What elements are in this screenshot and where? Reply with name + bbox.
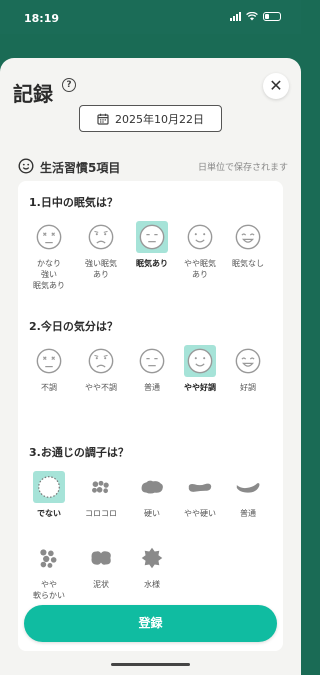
option-label: 不調	[41, 383, 57, 392]
option-label: 普通	[240, 509, 256, 518]
pellets-icon	[85, 471, 117, 503]
status-bar: 18:19	[0, 0, 301, 34]
face-sad-icon	[85, 221, 117, 253]
dotted-circle-icon	[33, 471, 65, 503]
option-face-neutral[interactable]: 普通	[132, 345, 172, 393]
option-label: やや硬い	[184, 509, 216, 518]
option-label: 眠気あり	[136, 259, 168, 268]
option-label: 好調	[240, 383, 256, 392]
face-smile-icon	[184, 221, 216, 253]
face-neutral-icon	[136, 221, 168, 253]
submit-button[interactable]: 登録	[24, 605, 277, 642]
option-face-sad[interactable]: やや不調	[81, 345, 121, 393]
option-dotted-circle[interactable]: でない	[29, 471, 69, 519]
option-face-neutral[interactable]: 眠気あり	[132, 221, 172, 269]
option-face-sad[interactable]: 強い眠気 あり	[81, 221, 121, 280]
smooth-icon	[232, 471, 264, 503]
option-label: 硬い	[144, 509, 160, 518]
option-face-grin[interactable]: 好調	[228, 345, 268, 393]
mushy-icon	[85, 542, 117, 574]
option-label: やや眠気 あり	[184, 259, 216, 279]
help-icon[interactable]: ?	[62, 78, 76, 92]
option-label: でない	[37, 509, 61, 518]
habits-card: 1.日中の眠気は？ かなり 強い 眠気あり 強い眠気 あり 眠気あり やや眠気 あり 眠気…	[18, 181, 283, 651]
home-indicator	[111, 663, 190, 666]
option-soft-blobs[interactable]: やや 軟らかい	[29, 542, 69, 601]
option-label: かなり 強い 眠気あり	[33, 259, 65, 290]
soft-blobs-icon	[33, 542, 65, 574]
option-face-smile[interactable]: やや好調	[180, 345, 220, 393]
section-header: 生活習慣5項目 日単位で保存されます	[18, 158, 288, 175]
option-label: 水様	[144, 580, 160, 589]
option-label: やや 軟らかい	[33, 580, 65, 600]
face-neutral-icon	[136, 345, 168, 377]
battery-icon	[263, 12, 281, 21]
close-button[interactable]: ✕	[263, 73, 289, 99]
option-label: やや不調	[85, 383, 117, 392]
status-time: 18:19	[24, 12, 60, 25]
option-label: 強い眠気 あり	[85, 259, 117, 279]
option-cracked[interactable]: やや硬い	[180, 471, 220, 519]
face-x-eyes-icon	[33, 221, 65, 253]
option-watery[interactable]: 水様	[132, 542, 172, 590]
wifi-icon	[246, 12, 258, 21]
calendar-icon	[97, 113, 109, 125]
face-x-eyes-icon	[33, 345, 65, 377]
face-grin-icon	[232, 345, 264, 377]
face-grin-icon	[232, 221, 264, 253]
option-label: 泥状	[93, 580, 109, 589]
section-note: 日単位で保存されます	[197, 163, 288, 173]
cracked-icon	[184, 471, 216, 503]
page-title: 記録	[13, 82, 53, 106]
signal-icon	[230, 12, 241, 21]
option-lumpy[interactable]: 硬い	[132, 471, 172, 519]
option-mushy[interactable]: 泥状	[81, 542, 121, 590]
status-icons	[230, 12, 281, 21]
option-label: 眠気なし	[232, 259, 264, 268]
face-sad-icon	[85, 345, 117, 377]
option-smooth[interactable]: 普通	[228, 471, 268, 519]
lumpy-icon	[136, 471, 168, 503]
question-title: 1.日中の眠気は？	[29, 196, 118, 209]
option-pellets[interactable]: コロコロ	[81, 471, 121, 519]
record-sheet: 記録 ? ✕ 2025年10月22日 生活習慣5項目 日単位で保存されます 1.…	[0, 58, 301, 675]
section-title: 生活習慣5項目	[40, 161, 121, 175]
option-face-smile[interactable]: やや眠気 あり	[180, 221, 220, 280]
option-face-x-eyes[interactable]: 不調	[29, 345, 69, 393]
option-label: 普通	[144, 383, 160, 392]
date-value: 2025年10月22日	[115, 112, 204, 126]
option-label: コロコロ	[85, 509, 117, 518]
question-title: 2.今日の気分は？	[29, 320, 118, 333]
watery-icon	[136, 542, 168, 574]
face-smile-icon	[184, 345, 216, 377]
option-label: やや好調	[184, 383, 216, 392]
option-face-x-eyes[interactable]: かなり 強い 眠気あり	[29, 221, 69, 291]
date-picker[interactable]: 2025年10月22日	[79, 105, 222, 132]
question-title: 3.お通じの調子は？	[29, 446, 129, 459]
smile-icon	[18, 158, 34, 174]
option-face-grin[interactable]: 眠気なし	[228, 221, 268, 269]
